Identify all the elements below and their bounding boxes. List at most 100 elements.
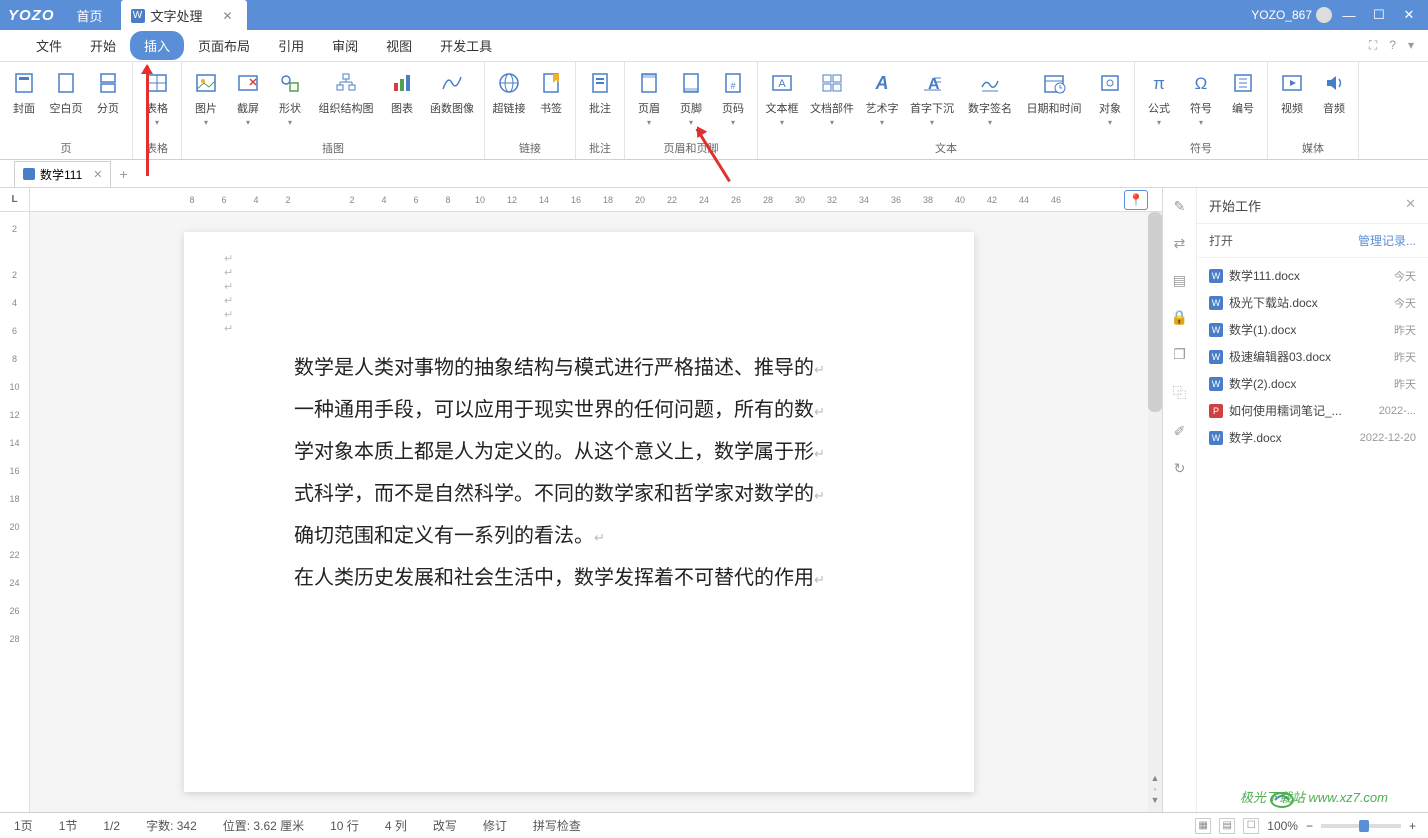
ribbon-bookmark-button[interactable]: 书签 xyxy=(531,68,571,137)
menu-item-引用[interactable]: 引用 xyxy=(264,31,318,60)
scrollbar-thumb[interactable] xyxy=(1148,212,1162,412)
recent-file-item[interactable]: W极光下载站.docx今天 xyxy=(1197,289,1428,316)
recent-file-item[interactable]: W极速编辑器03.docx昨天 xyxy=(1197,343,1428,370)
paragraph[interactable]: 式科学，而不是自然科学。不同的数学家和哲学家对数学的↵ xyxy=(294,474,864,516)
close-window-button[interactable]: ✕ xyxy=(1396,5,1422,25)
status-zoom[interactable]: 100% xyxy=(1267,819,1298,833)
new-doc-button[interactable]: + xyxy=(119,166,127,182)
menu-item-审阅[interactable]: 审阅 xyxy=(318,31,372,60)
vertical-ruler[interactable]: 2246810121416182022242628 xyxy=(0,212,30,812)
user-avatar-icon[interactable] xyxy=(1316,7,1332,23)
vertical-scrollbar[interactable]: ▲◦▼ xyxy=(1148,212,1162,812)
menu-item-视图[interactable]: 视图 xyxy=(372,31,426,60)
ribbon-textbox-button[interactable]: A文本框▾ xyxy=(762,68,802,137)
close-doc-icon[interactable]: ✕ xyxy=(93,168,102,181)
maximize-button[interactable]: ☐ xyxy=(1366,5,1392,25)
status-section[interactable]: 1节 xyxy=(59,817,78,834)
location-pin-icon[interactable]: 📍 xyxy=(1124,190,1148,210)
ribbon-parts-button[interactable]: 文档部件▾ xyxy=(804,68,860,137)
lock-icon[interactable]: 🔒 xyxy=(1171,309,1188,326)
ribbon-formula-button[interactable]: π公式▾ xyxy=(1139,68,1179,137)
status-revise[interactable]: 修订 xyxy=(483,817,507,834)
horizontal-ruler[interactable]: 8642246810121416182022242628303234363840… xyxy=(30,188,1162,212)
paragraph[interactable]: 一种通用手段，可以应用于现实世界的任何问题，所有的数↵ xyxy=(294,390,864,432)
menu-item-开始[interactable]: 开始 xyxy=(76,31,130,60)
ribbon-shapes-button[interactable]: 形状▾ xyxy=(270,68,310,137)
copy-icon[interactable]: ⿻ xyxy=(1173,383,1187,403)
ribbon-function-button[interactable]: 函数图像 xyxy=(424,68,480,137)
paragraph[interactable]: 在人类历史发展和社会生活中，数学发挥着不可替代的作用↵ xyxy=(294,558,864,600)
ribbon-table-button[interactable]: 表格▾ xyxy=(137,68,177,137)
ribbon-wordart-button[interactable]: A艺术字▾ xyxy=(862,68,902,137)
paragraph[interactable]: 数学是人类对事物的抽象结构与模式进行严格描述、推导的↵ xyxy=(294,348,864,390)
ribbon-chart-button[interactable]: 图表 xyxy=(382,68,422,137)
transfer-icon[interactable]: ⇄ xyxy=(1174,235,1186,252)
view-mode-icon[interactable]: ▤ xyxy=(1219,818,1235,834)
ribbon-image-button[interactable]: 图片▾ xyxy=(186,68,226,137)
paragraph[interactable]: 学对象本质上都是人为定义的。从这个意义上，数学属于形↵ xyxy=(294,432,864,474)
status-position[interactable]: 位置: 3.62 厘米 xyxy=(223,817,304,834)
recent-file-item[interactable]: W数学.docx2022-12-20 xyxy=(1197,424,1428,451)
zoom-in-button[interactable]: + xyxy=(1409,819,1416,833)
ribbon-link-button[interactable]: 超链接 xyxy=(489,68,529,137)
view-mode-icon[interactable]: ☐ xyxy=(1243,818,1259,834)
status-line[interactable]: 10 行 xyxy=(330,817,359,834)
ribbon-video-button[interactable]: 视频 xyxy=(1272,68,1312,137)
ribbon-symbol-button[interactable]: Ω符号▾ xyxy=(1181,68,1221,137)
menu-item-开发工具[interactable]: 开发工具 xyxy=(426,31,506,60)
ribbon-signature-button[interactable]: 数字签名▾ xyxy=(962,68,1018,137)
ribbon-comment-button[interactable]: 批注 xyxy=(580,68,620,137)
ribbon-object-button[interactable]: 对象▾ xyxy=(1090,68,1130,137)
ribbon-blank-button[interactable]: 空白页 xyxy=(46,68,86,137)
ribbon-number-button[interactable]: 编号 xyxy=(1223,68,1263,137)
paragraph[interactable]: 确切范围和定义有一系列的看法。↵ xyxy=(294,516,864,558)
status-column[interactable]: 4 列 xyxy=(385,817,407,834)
ribbon-datetime-button[interactable]: 日期和时间 xyxy=(1020,68,1088,137)
zoom-slider-thumb[interactable] xyxy=(1359,820,1369,832)
brush-icon[interactable]: ✎ xyxy=(1174,198,1186,215)
menu-item-插入[interactable]: 插入 xyxy=(130,31,184,60)
settings-icon[interactable]: ⛶ xyxy=(1369,38,1377,53)
scroll-nav-icons[interactable]: ▲◦▼ xyxy=(1148,773,1162,806)
zoom-slider[interactable] xyxy=(1321,824,1401,828)
collapse-ribbon-icon[interactable]: ▾ xyxy=(1408,38,1414,53)
home-tab[interactable]: 首页 xyxy=(63,1,117,30)
open-label[interactable]: 打开 xyxy=(1209,232,1233,249)
user-label[interactable]: YOZO_867 xyxy=(1251,8,1312,22)
document-body[interactable]: 数学是人类对事物的抽象结构与模式进行严格描述、推导的↵一种通用手段，可以应用于现… xyxy=(294,348,864,600)
zoom-out-button[interactable]: − xyxy=(1306,819,1313,833)
ribbon-audio-button[interactable]: 音频 xyxy=(1314,68,1354,137)
ribbon-break-button[interactable]: 分页 xyxy=(88,68,128,137)
edit-icon[interactable]: ✐ xyxy=(1174,423,1186,440)
menu-item-页面布局[interactable]: 页面布局 xyxy=(184,31,264,60)
close-panel-icon[interactable]: ✕ xyxy=(1405,196,1416,215)
manage-records-link[interactable]: 管理记录... xyxy=(1358,232,1416,249)
status-spellcheck[interactable]: 拼写检查 xyxy=(533,817,581,834)
ribbon-screenshot-button[interactable]: 截屏▾ xyxy=(228,68,268,137)
document-page[interactable]: ↵↵↵↵↵↵ 数学是人类对事物的抽象结构与模式进行严格描述、推导的↵一种通用手段… xyxy=(184,232,974,792)
close-tab-icon[interactable]: ✕ xyxy=(223,9,233,23)
recent-file-item[interactable]: P如何使用糯词笔记_...2022-... xyxy=(1197,397,1428,424)
status-overwrite[interactable]: 改写 xyxy=(433,817,457,834)
status-wordcount[interactable]: 字数: 342 xyxy=(146,817,197,834)
library-icon[interactable]: ▤ xyxy=(1173,272,1186,289)
document-tab[interactable]: W 文字处理 ✕ xyxy=(121,0,247,30)
help-icon[interactable]: ? xyxy=(1389,38,1396,53)
status-page[interactable]: 1页 xyxy=(14,817,33,834)
refresh-icon[interactable]: ↻ xyxy=(1174,460,1186,477)
recent-file-item[interactable]: W数学111.docx今天 xyxy=(1197,262,1428,289)
recent-file-item[interactable]: W数学(1).docx昨天 xyxy=(1197,316,1428,343)
ribbon-cover-button[interactable]: 封面 xyxy=(4,68,44,137)
ruler-corner[interactable]: L xyxy=(0,188,30,212)
ribbon-pagenum-button[interactable]: #页码▾ xyxy=(713,68,753,137)
recent-file-item[interactable]: W数学(2).docx昨天 xyxy=(1197,370,1428,397)
status-pages[interactable]: 1/2 xyxy=(103,819,120,833)
view-mode-icon[interactable]: ▦ xyxy=(1195,818,1211,834)
minimize-button[interactable]: — xyxy=(1336,5,1362,25)
menu-item-文件[interactable]: 文件 xyxy=(22,31,76,60)
open-document-tab[interactable]: 数学111 ✕ xyxy=(14,161,111,187)
ribbon-header-button[interactable]: 页眉▾ xyxy=(629,68,669,137)
ribbon-dropcap-button[interactable]: A首字下沉▾ xyxy=(904,68,960,137)
ribbon-org-button[interactable]: 组织结构图 xyxy=(312,68,380,137)
book-icon[interactable]: ❐ xyxy=(1173,346,1186,363)
